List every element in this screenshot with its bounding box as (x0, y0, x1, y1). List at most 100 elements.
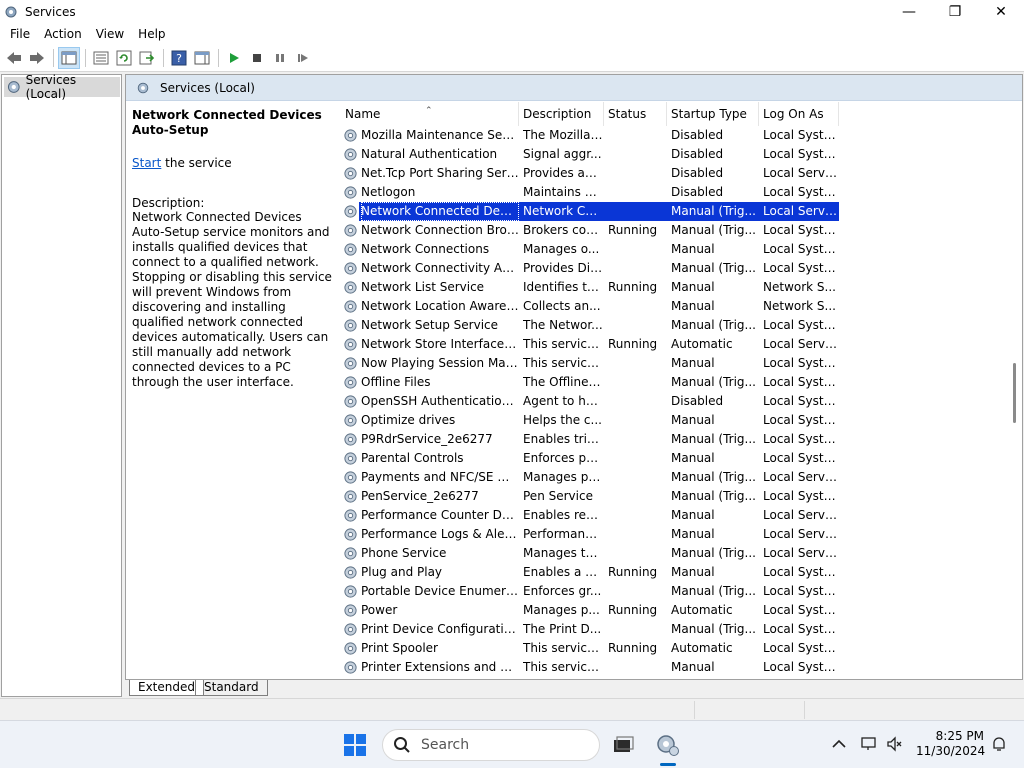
service-gear-icon (344, 471, 357, 484)
table-row[interactable]: Optimize drives Helps the c... Manual Local… (341, 411, 1006, 430)
cell-logon: Local Service (763, 337, 839, 351)
windows-start-icon[interactable] (343, 733, 367, 757)
cell-description: Enables rem... (523, 508, 603, 522)
close-button[interactable]: ✕ (978, 0, 1024, 23)
minimize-icon: — (902, 3, 916, 20)
cell-description: Maintains a ... (523, 185, 603, 199)
start-service-link[interactable]: Start (132, 156, 161, 170)
show-hide-console-tree-button[interactable] (58, 46, 80, 69)
table-row[interactable]: Network List Service Identifies th... Runn… (341, 278, 1006, 297)
cell-startup: Manual (671, 565, 715, 579)
table-row[interactable]: Net.Tcp Port Sharing Service Provides abi… (341, 164, 1006, 183)
column-header-name[interactable]: Name ⌃ (341, 102, 519, 126)
table-row[interactable]: Network Connections Manages o... Manual Loc… (341, 240, 1006, 259)
cell-logon: Local Syste... (763, 565, 839, 579)
cell-status: Running (608, 565, 658, 579)
cell-logon: Local Syste... (763, 356, 839, 370)
service-gear-icon (344, 129, 357, 142)
cell-name: Optimize drives (361, 413, 456, 427)
cell-name: Network Location Awareness (361, 299, 519, 313)
pause-service-button[interactable] (269, 47, 291, 69)
forward-button[interactable] (26, 47, 48, 69)
table-row[interactable]: Phone Service Manages th... Manual (Trig..… (341, 544, 1006, 563)
chevron-up-icon[interactable] (830, 735, 848, 753)
restart-service-button[interactable] (292, 47, 314, 69)
cell-startup: Manual (Trig... (671, 584, 756, 598)
column-header-status[interactable]: Status (604, 102, 667, 126)
tree-item-label: Services (Local) (25, 73, 77, 101)
export-list-button[interactable] (136, 47, 158, 69)
properties-button[interactable] (90, 47, 112, 69)
network-icon[interactable] (860, 735, 878, 753)
service-gear-icon (344, 509, 357, 522)
help-button[interactable]: ? (168, 47, 190, 69)
table-row[interactable]: Network Store Interface Ser... This servi… (341, 335, 1006, 354)
table-row[interactable]: Offline Files The Offline ... Manual (Trig… (341, 373, 1006, 392)
cell-logon: Local Syste... (763, 413, 839, 427)
table-row[interactable]: PenService_2e6277 Pen Service Manual (Trig… (341, 487, 1006, 506)
minimize-button[interactable]: — (886, 0, 932, 23)
table-row[interactable]: Parental Controls Enforces pa... Manual Loc… (341, 449, 1006, 468)
table-row[interactable]: Print Device Configuration ... The Print … (341, 620, 1006, 639)
cell-description: Brokers con... (523, 223, 603, 237)
cell-name: Natural Authentication (361, 147, 498, 161)
table-row[interactable]: Performance Counter DLL ... Enables rem..… (341, 506, 1006, 525)
table-row-selected[interactable]: Network Connected Device... Network Co...… (341, 202, 1006, 221)
table-row[interactable]: Print Spooler This service ... Running Auto… (341, 639, 1006, 658)
cell-logon: Local Syste... (763, 622, 839, 636)
services-gear-icon (137, 82, 149, 93)
forward-arrow-icon (30, 51, 44, 64)
taskbar-app-services[interactable] (654, 731, 682, 766)
table-row[interactable]: Natural Authentication Signal aggr... Disa… (341, 145, 1006, 164)
tree-item-services-local[interactable]: Services (Local) (4, 73, 120, 101)
stop-service-button[interactable] (246, 47, 268, 69)
toolbar-separator (163, 48, 164, 67)
table-row[interactable]: Network Setup Service The Networ... Manual… (341, 316, 1006, 335)
vertical-scrollbar[interactable] (1008, 101, 1022, 679)
table-row[interactable]: P9RdrService_2e6277 Enables trig... Manual… (341, 430, 1006, 449)
action-suffix: the service (161, 156, 232, 170)
table-row[interactable]: Printer Extensions and Notif... This serv… (341, 658, 1006, 677)
column-header-description[interactable]: Description (519, 102, 604, 126)
table-row[interactable]: Now Playing Session Mana... This service … (341, 354, 1006, 373)
column-header-startup-type[interactable]: Startup Type (667, 102, 759, 126)
service-gear-icon (344, 205, 357, 218)
show-action-pane-button[interactable] (191, 47, 213, 69)
tab-standard[interactable]: Standard (195, 680, 268, 696)
cell-name: Mozilla Maintenance Service (361, 128, 519, 142)
table-row[interactable]: Payments and NFC/SE Man... Manages pa... M… (341, 468, 1006, 487)
tab-extended[interactable]: Extended (129, 680, 204, 696)
scrollbar-thumb[interactable] (1013, 363, 1016, 423)
refresh-button[interactable] (113, 47, 135, 69)
start-service-button[interactable] (223, 47, 245, 69)
back-button[interactable] (3, 47, 25, 69)
menu-help[interactable]: Help (131, 27, 172, 41)
table-row[interactable]: Plug and Play Enables a c... Running Manual… (341, 563, 1006, 582)
cell-name: Network Connection Broker (361, 223, 519, 237)
taskbar-search[interactable]: Search (382, 729, 600, 761)
table-row[interactable]: Performance Logs & Alerts Performanc... Ma… (341, 525, 1006, 544)
cell-status: Running (608, 603, 658, 617)
volume-muted-icon[interactable] (886, 735, 904, 753)
table-row[interactable]: Network Location Awareness Collects an...… (341, 297, 1006, 316)
service-gear-icon (344, 547, 357, 560)
menu-file[interactable]: File (3, 27, 37, 41)
table-row[interactable]: OpenSSH Authentication A... Agent to ho..… (341, 392, 1006, 411)
menu-action[interactable]: Action (37, 27, 89, 41)
maximize-button[interactable]: ❐ (932, 0, 978, 23)
menu-view[interactable]: View (89, 27, 131, 41)
taskbar-clock[interactable]: 8:25 PM 11/30/2024 (916, 729, 985, 759)
table-row[interactable]: Mozilla Maintenance Service The Mozilla .… (341, 126, 1006, 145)
table-row[interactable]: Portable Device Enumerator... Enforces gr… (341, 582, 1006, 601)
table-row[interactable]: Network Connection Broker Brokers con... R… (341, 221, 1006, 240)
column-header-log-on-as[interactable]: Log On As (759, 102, 839, 126)
cell-logon: Local Syste... (763, 128, 839, 142)
cell-status: Running (608, 641, 658, 655)
table-row[interactable]: Netlogon Maintains a ... Disabled Local Sys… (341, 183, 1006, 202)
table-row[interactable]: Network Connectivity Assis... Provides Di… (341, 259, 1006, 278)
cell-description: The Networ... (523, 318, 603, 332)
table-row[interactable]: Power Manages p... Running Automatic Local S… (341, 601, 1006, 620)
task-view-icon[interactable] (608, 731, 636, 759)
notifications-icon[interactable] (990, 735, 1008, 753)
cell-description: Manages th... (523, 546, 603, 560)
